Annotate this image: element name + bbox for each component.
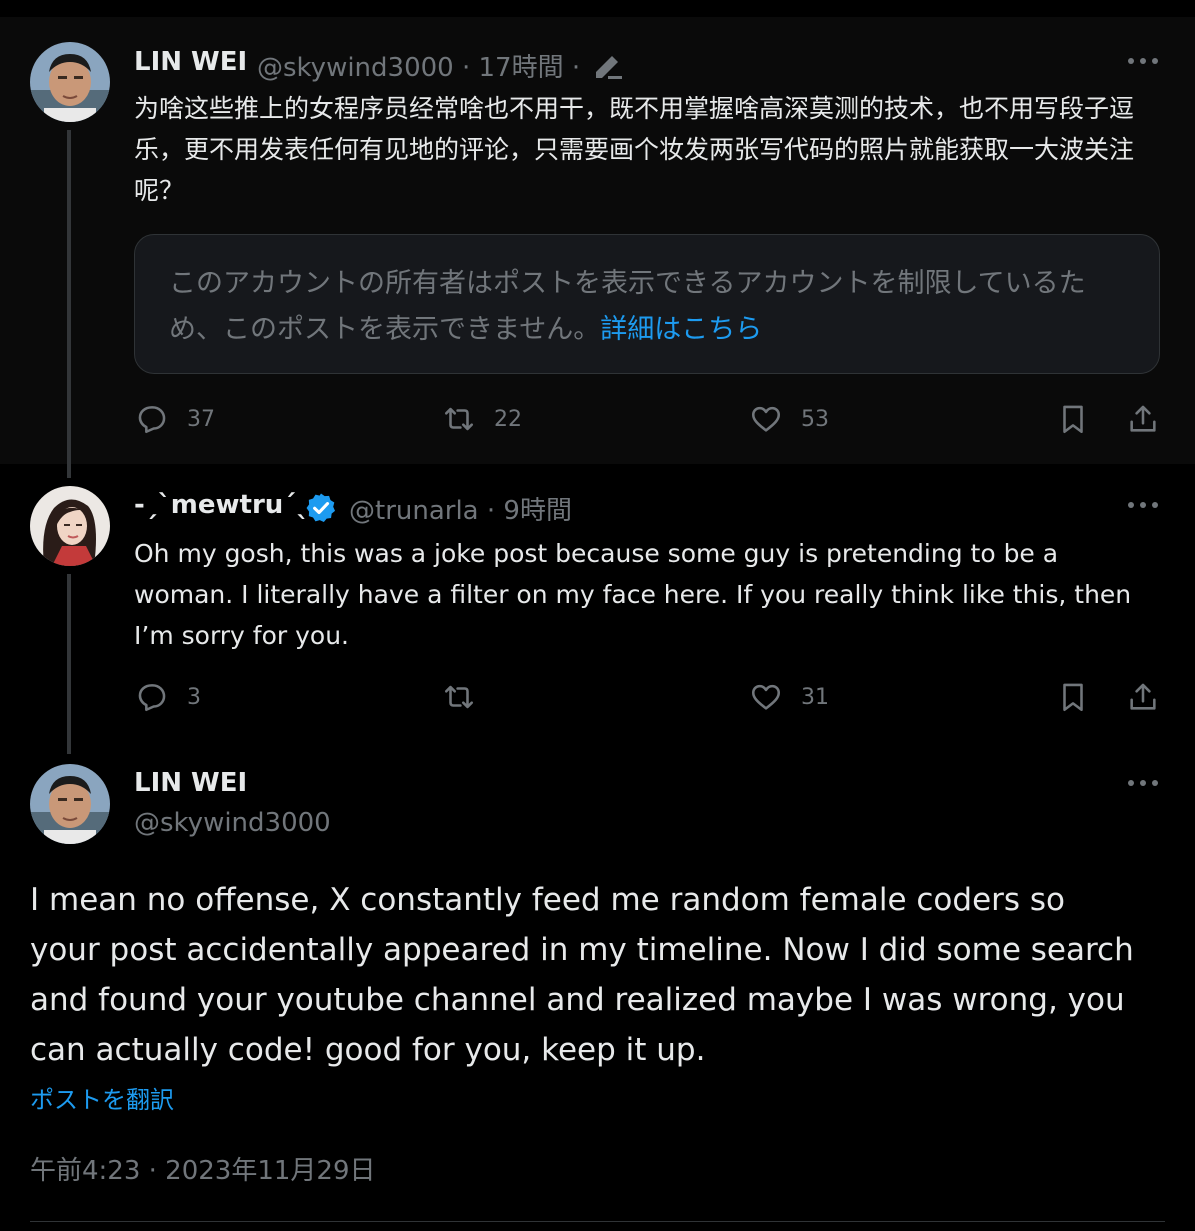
bookmark-icon [1063,405,1083,434]
author-handle[interactable]: @skywind3000 [134,808,331,838]
repost-button[interactable] [442,680,494,714]
repost-icon [444,407,474,431]
avatar[interactable] [30,42,110,122]
repost-icon [444,685,474,709]
like-button[interactable]: 31 [749,680,829,714]
repost-button[interactable]: 22 [442,402,522,436]
thread-line [67,130,71,478]
learn-more-link[interactable]: 詳細はこちら [600,314,762,345]
verified-badge-icon [304,491,338,529]
author-handle-time[interactable]: @trunarla · 9時間 [349,490,572,527]
thread-line [67,574,71,754]
more-icon[interactable] [1128,780,1160,790]
share-button[interactable] [1126,680,1160,714]
share-icon [1130,405,1156,432]
bookmark-button[interactable] [1056,402,1090,436]
repost-count: 22 [494,406,522,432]
bookmark-button[interactable] [1056,680,1090,714]
like-count: 31 [801,684,829,710]
post-timestamp[interactable]: 午前4:23 · 2023年11月29日 [30,1150,376,1187]
share-icon [1130,683,1156,710]
like-icon [751,406,781,432]
like-count: 53 [801,406,829,432]
share-button[interactable] [1126,402,1160,436]
avatar-mewtru-icon [30,486,110,566]
reply-icon [138,406,166,434]
like-icon [751,684,781,710]
reply-button[interactable]: 3 [135,680,201,714]
author-name[interactable]: -ˏˋmewtruˊˎ- [134,490,320,520]
restricted-notice: このアカウントの所有者はポストを表示できるアカウントを制限しているため、このポス… [134,234,1160,374]
author-name[interactable]: LIN WEI [134,47,247,77]
avatar-lin-wei-icon [30,42,110,122]
post-text: Oh my gosh, this was a joke post because… [134,539,1132,650]
reply-count: 3 [187,684,201,710]
reply-button[interactable]: 37 [135,402,215,436]
avatar-lin-wei-icon [30,764,110,844]
post-text: I mean no offense, X constantly feed me … [30,882,1134,1068]
edit-icon[interactable] [592,50,624,84]
translate-link[interactable]: ポストを翻訳 [30,1080,174,1115]
reply-icon [138,684,166,712]
avatar[interactable] [30,486,110,566]
reply-count: 37 [187,406,215,432]
divider [30,1221,1165,1222]
top-strip [0,0,1195,17]
author-name[interactable]: LIN WEI [134,768,247,798]
post-text: 为啥这些推上的女程序员经常啥也不用干，既不用掌握啥高深莫测的技术，也不用写段子逗… [134,94,1135,205]
more-icon[interactable] [1128,58,1160,68]
like-button[interactable]: 53 [749,402,829,436]
avatar[interactable] [30,764,110,844]
author-handle-time[interactable]: @skywind3000 · 17時間 · [257,47,580,84]
bookmark-icon [1063,683,1083,712]
more-icon[interactable] [1128,502,1160,512]
